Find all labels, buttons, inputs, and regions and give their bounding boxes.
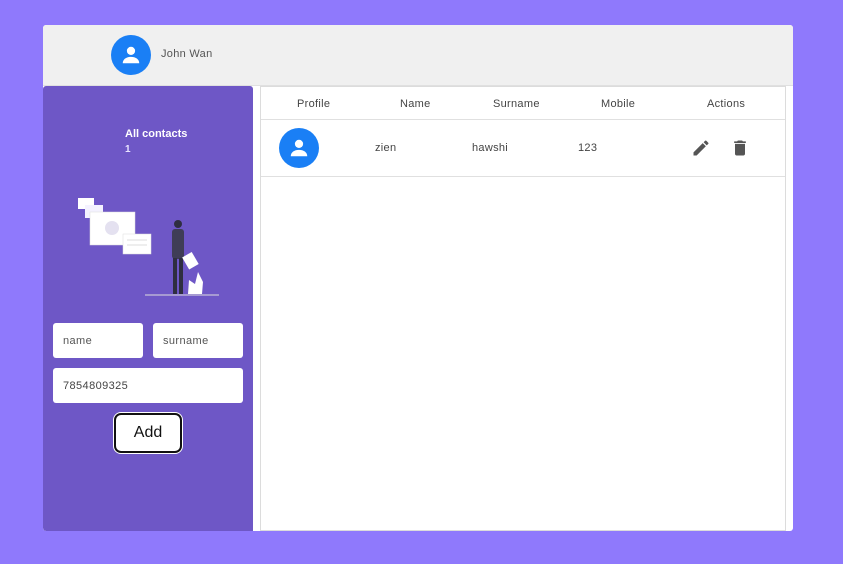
app-window: John Wan All contacts 1 Add Profile [43, 25, 793, 531]
add-contact-button[interactable]: Add [114, 413, 182, 453]
contact-mobile: 123 [578, 142, 598, 154]
column-header-actions: Actions [707, 98, 746, 110]
contact-name: zien [375, 142, 397, 154]
mobile-input[interactable] [53, 368, 243, 403]
surname-input[interactable] [153, 323, 243, 358]
contacts-illustration [78, 198, 219, 296]
user-icon [122, 46, 140, 64]
sidebar: All contacts 1 Add [43, 86, 253, 531]
column-header-name: Name [400, 98, 431, 110]
contacts-stat-count: 1 [125, 144, 131, 155]
table-row: zien hawshi 123 [261, 120, 785, 177]
column-header-mobile: Mobile [601, 98, 636, 110]
pencil-icon[interactable] [691, 138, 711, 158]
column-header-profile: Profile [297, 98, 331, 110]
column-header-surname: Surname [493, 98, 540, 110]
contacts-table: Profile Name Surname Mobile Actions zien… [260, 86, 786, 531]
trash-icon[interactable] [730, 138, 750, 158]
user-name: John Wan [161, 48, 213, 60]
name-input[interactable] [53, 323, 143, 358]
table-header: Profile Name Surname Mobile Actions [261, 87, 785, 120]
contacts-stat-title: All contacts [125, 128, 188, 140]
user-avatar[interactable] [111, 35, 151, 75]
contact-surname: hawshi [472, 142, 509, 154]
top-bar: John Wan [43, 25, 793, 86]
contact-avatar [279, 128, 319, 168]
user-icon [290, 139, 308, 157]
